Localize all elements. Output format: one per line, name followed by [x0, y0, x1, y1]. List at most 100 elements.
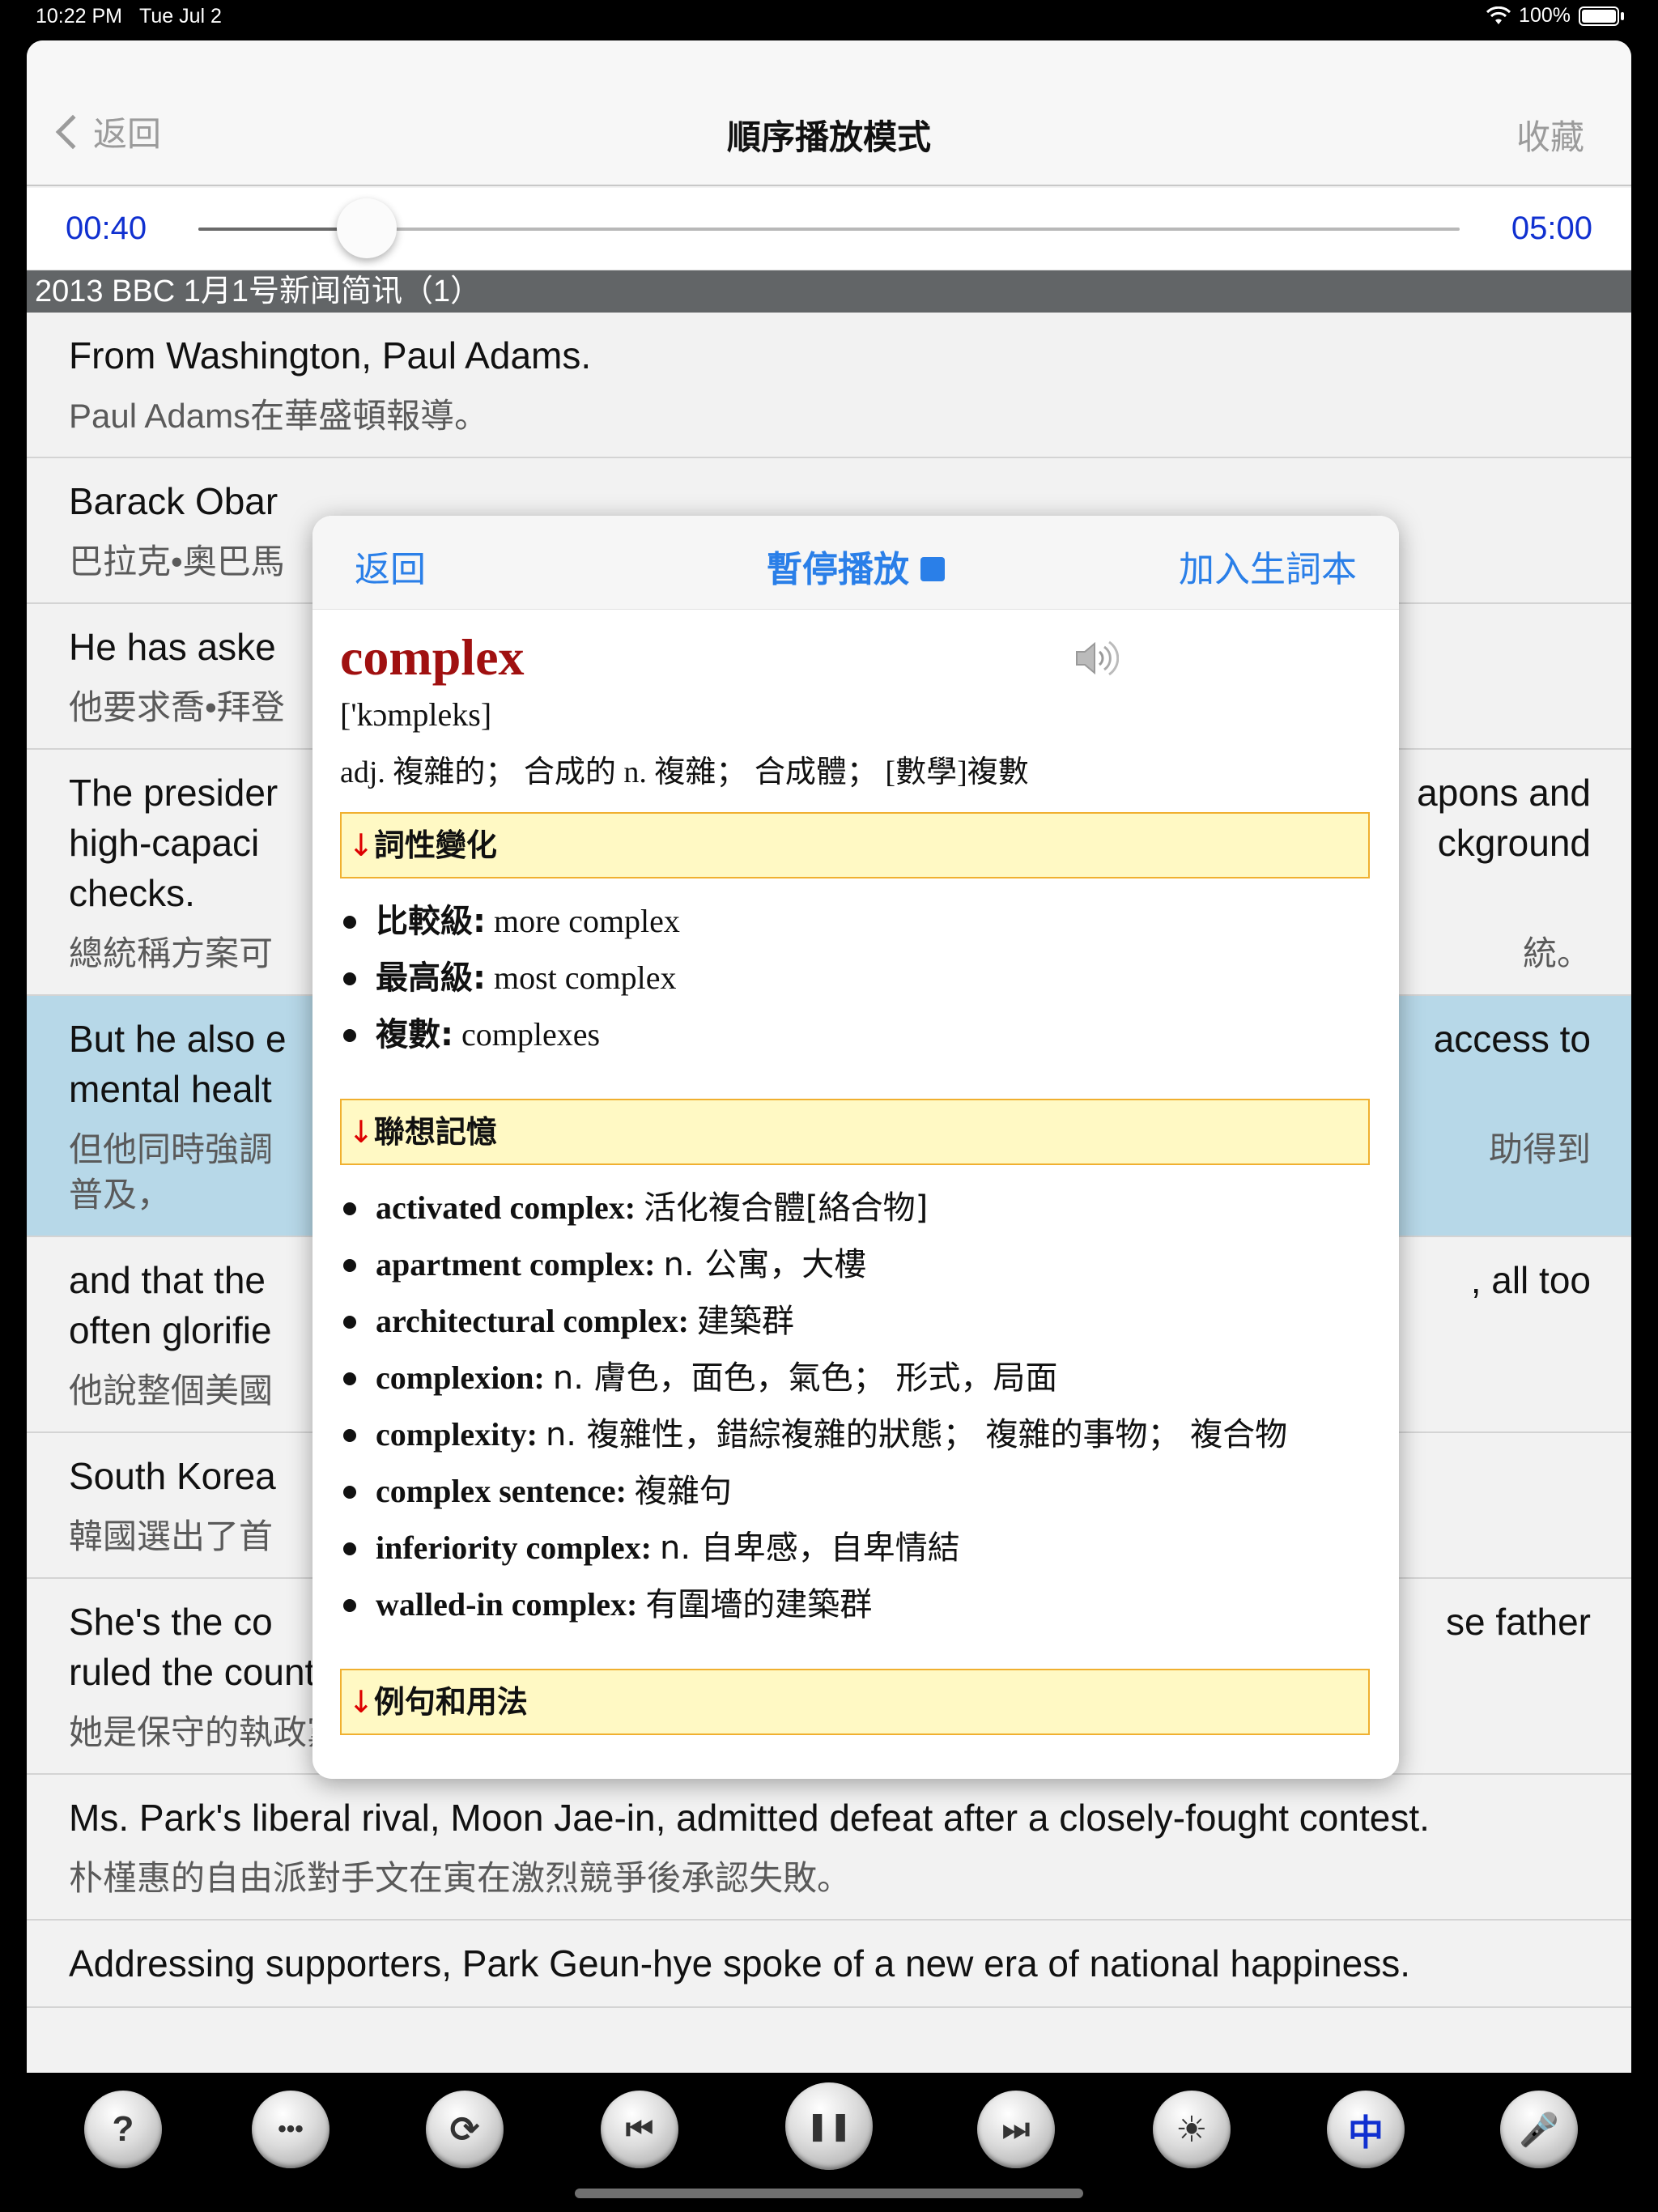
inflection-label: 最高級: — [376, 959, 486, 997]
sentence-part: se father — [1446, 1601, 1591, 1643]
inflection-value: more complex — [494, 903, 680, 939]
arrow-down-icon: ↓ — [348, 827, 374, 863]
inflection-title: 詞性變化 — [373, 827, 497, 863]
previous-icon: ⏮ — [625, 2112, 654, 2146]
list-item: activated complex: 活化複合體[絡合物] — [340, 1180, 1370, 1236]
page-title: 順序播放模式 — [726, 118, 931, 156]
dictionary-popup: 返回 暫停播放 加入生詞本 complex ['kɔmpleks] adj. 複… — [312, 516, 1399, 1779]
more-icon: ••• — [278, 2116, 304, 2142]
progress-track[interactable] — [198, 198, 1460, 258]
association-term: apartment complex: — [376, 1246, 656, 1283]
sentence-part: high-capaci — [69, 822, 260, 864]
sentence-part: , all too — [1470, 1259, 1591, 1301]
popup-header: 返回 暫停播放 加入生詞本 — [312, 516, 1399, 610]
list-item: apartment complex: n. 公寓，大樓 — [340, 1236, 1370, 1293]
previous-button[interactable]: ⏮ — [601, 2091, 678, 2168]
wifi-icon — [1486, 6, 1511, 24]
examples-section-header[interactable]: ↓例句和用法 — [340, 1669, 1370, 1735]
battery-percent: 100% — [1519, 4, 1571, 27]
inflection-value: most complex — [494, 959, 677, 996]
status-date: Tue Jul 2 — [139, 5, 222, 28]
battery-tip — [1621, 11, 1624, 20]
association-term: complexion: — [376, 1359, 545, 1396]
sentence-part: But he also e — [69, 1018, 287, 1060]
inflection-label: 複數: — [376, 1016, 453, 1053]
arrow-down-icon: ↓ — [348, 1684, 374, 1720]
association-title: 聯想記憶 — [373, 1114, 497, 1150]
pause-playback-label: 暫停播放 — [767, 550, 909, 589]
inflection-label: 比較級: — [376, 903, 486, 940]
help-button[interactable]: ? — [84, 2091, 162, 2168]
favorite-button[interactable]: 收藏 — [1516, 110, 1584, 160]
list-item[interactable]: From Washington, Paul Adams. Paul Adams在… — [27, 313, 1631, 458]
microphone-icon: 🎤 — [1519, 2112, 1559, 2148]
status-right: 100% — [1486, 4, 1624, 28]
home-indicator[interactable] — [575, 2189, 1083, 2198]
sentence-english: Ms. Park's liberal rival, Moon Jae-in, a… — [69, 1797, 1430, 1839]
association-meaning: 複雜句 — [634, 1473, 732, 1510]
association-term: activated complex: — [376, 1189, 636, 1226]
list-item: walled-in complex: 有圍墻的建築群 — [340, 1576, 1370, 1633]
chinese-toggle-icon: 中 — [1348, 2113, 1384, 2153]
inflection-value: complexes — [461, 1016, 601, 1053]
headword: complex — [340, 628, 525, 686]
list-item: 複數: complexes — [340, 1006, 1370, 1063]
sentence-part: 但他同時強調 — [69, 1130, 274, 1168]
inflection-section-header[interactable]: ↓詞性變化 — [340, 812, 1370, 878]
next-icon: ⏭ — [1001, 2112, 1031, 2146]
add-to-wordbook-button[interactable]: 加入生詞本 — [1179, 540, 1357, 592]
sentence-part: access to — [1433, 1018, 1591, 1060]
sentence-part: 統。 — [1522, 934, 1591, 972]
sentence-part: 助得到 — [1488, 1130, 1591, 1168]
battery-icon — [1579, 6, 1619, 26]
association-meaning: n. 自卑感，自卑情結 — [660, 1529, 960, 1567]
pause-button[interactable]: ❚❚ — [785, 2082, 873, 2170]
list-item: 最高級: most complex — [340, 950, 1370, 1006]
definition: adj. 複雜的； 合成的 n. 複雜； 合成體； [數學]複數 — [340, 755, 1029, 789]
repeat-icon: ⟳ — [449, 2109, 480, 2150]
inflection-list: 比較級: more complex 最高級: most complex 複數: … — [340, 893, 1370, 1063]
dictionary-content: complex ['kɔmpleks] adj. 複雜的； 合成的 n. 複雜；… — [340, 610, 1370, 1735]
sentence-part: ckground — [1437, 822, 1591, 864]
sentence-chinese: 朴槿惠的自由派對手文在寅在激烈競爭後承認失敗。 — [69, 1859, 852, 1897]
examples-title: 例句和用法 — [373, 1684, 528, 1720]
association-meaning: n. 複雜性，錯綜複雜的狀態； 複雜的事物； 複合物 — [545, 1416, 1288, 1453]
sentence-part: She's the co — [69, 1601, 273, 1643]
stop-square-icon — [920, 557, 945, 582]
association-meaning: n. 公寓，大樓 — [663, 1246, 867, 1283]
list-item[interactable]: Ms. Park's liberal rival, Moon Jae-in, a… — [27, 1775, 1631, 1921]
status-time: 10:22 PM — [36, 5, 123, 28]
progress-bar: 00:40 05:00 — [27, 188, 1631, 270]
sentence-chinese: Paul Adams在華盛頓報導。 — [69, 397, 489, 435]
list-item[interactable]: Addressing supporters, Park Geun-hye spo… — [27, 1921, 1631, 2008]
total-time: 05:00 — [1511, 211, 1592, 246]
progress-thumb[interactable] — [336, 198, 397, 258]
sentence-part: apons and — [1417, 772, 1591, 814]
pause-icon: ❚❚ — [806, 2111, 852, 2142]
chinese-toggle-button[interactable]: 中 — [1327, 2091, 1405, 2168]
brightness-button[interactable]: ☀ — [1153, 2091, 1231, 2168]
status-bar: 10:22 PM Tue Jul 2 100% — [0, 0, 1658, 34]
association-term: architectural complex: — [376, 1303, 689, 1339]
speaker-icon[interactable] — [1070, 634, 1119, 683]
list-item: 比較級: more complex — [340, 893, 1370, 950]
association-term: complex sentence: — [376, 1473, 627, 1509]
sentence-english: Addressing supporters, Park Geun-hye spo… — [69, 1942, 1410, 1984]
association-term: complexity: — [376, 1416, 538, 1453]
association-meaning: 活化複合體[絡合物] — [644, 1189, 929, 1227]
microphone-button[interactable]: 🎤 — [1500, 2091, 1578, 2168]
next-button[interactable]: ⏭ — [977, 2091, 1055, 2168]
more-button[interactable]: ••• — [252, 2091, 329, 2168]
section-header: 2013 BBC 1月1号新闻简讯（1） — [27, 270, 1631, 313]
association-section-header[interactable]: ↓聯想記憶 — [340, 1099, 1370, 1165]
nav-bar: 返回 順序播放模式 收藏 — [27, 40, 1631, 186]
arrow-down-icon: ↓ — [348, 1114, 374, 1150]
repeat-button[interactable]: ⟳ — [426, 2091, 504, 2168]
association-meaning: n. 膚色，面色，氣色； 形式，局面 — [552, 1359, 1058, 1397]
help-icon: ? — [112, 2109, 134, 2149]
list-item: complexity: n. 複雜性，錯綜複雜的狀態； 複雜的事物； 複合物 — [340, 1406, 1370, 1463]
sentence-part: and that the — [69, 1259, 266, 1301]
sentence-part: 總統稱方案可 — [69, 934, 274, 972]
list-item: complexion: n. 膚色，面色，氣色； 形式，局面 — [340, 1350, 1370, 1406]
brightness-icon: ☀ — [1175, 2109, 1208, 2150]
